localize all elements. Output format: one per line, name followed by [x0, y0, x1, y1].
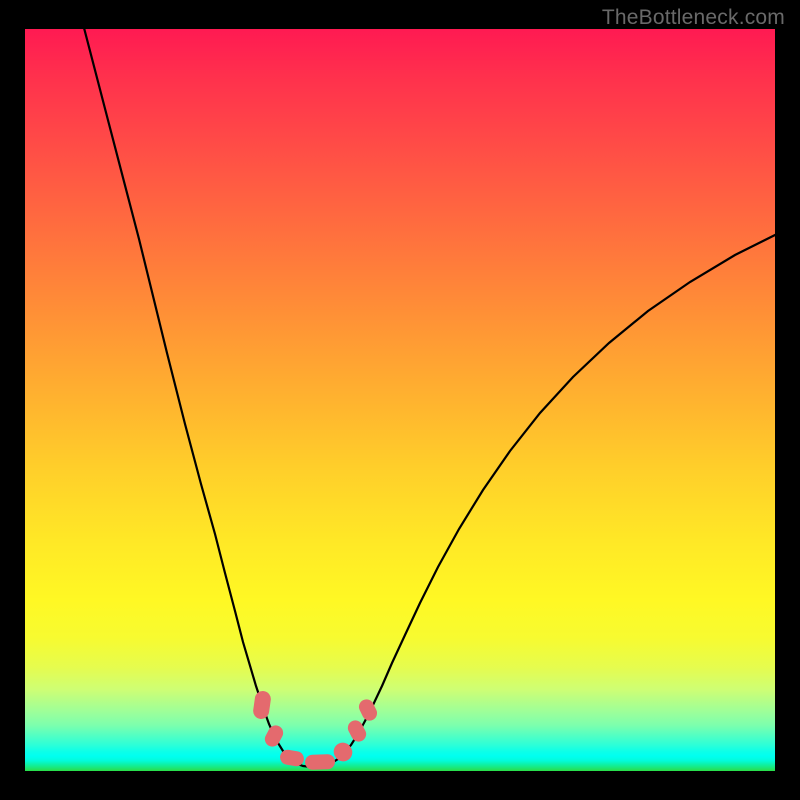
curve-marker: [305, 754, 336, 770]
chart-frame: [25, 29, 775, 771]
watermark-text: TheBottleneck.com: [602, 6, 785, 30]
bottleneck-curve-path: [83, 29, 775, 767]
curve-markers: [252, 690, 379, 770]
curve-marker: [262, 723, 286, 749]
chart-svg: [25, 29, 775, 771]
curve-marker: [252, 690, 272, 720]
